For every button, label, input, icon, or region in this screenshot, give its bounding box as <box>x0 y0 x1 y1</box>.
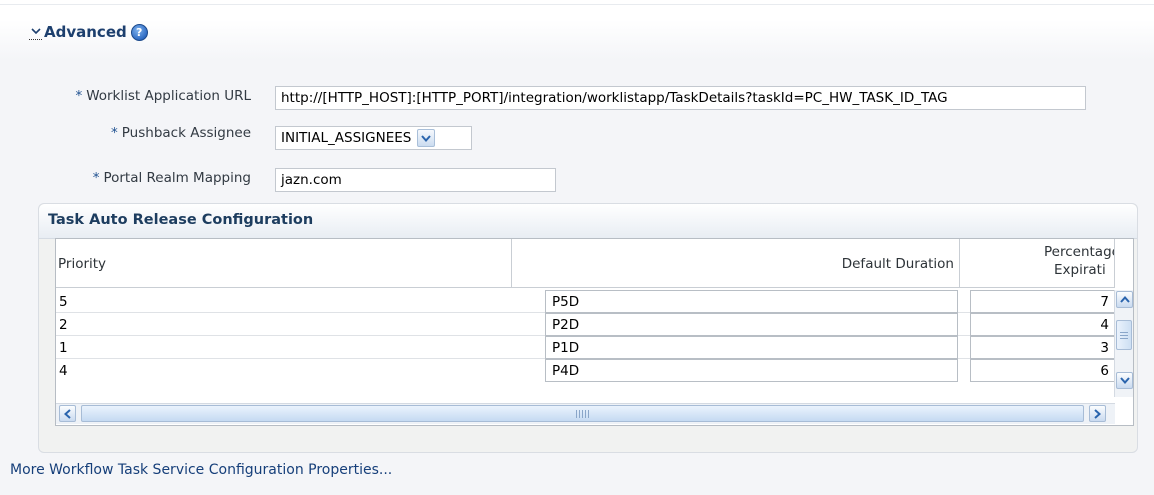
vertical-scrollbar[interactable] <box>1114 290 1133 397</box>
table-row[interactable]: 2 P2D 4 <box>56 313 1116 336</box>
percentage-input[interactable]: 3 <box>970 336 1115 359</box>
duration-input[interactable]: P2D <box>545 313 958 336</box>
pushback-assignee-select[interactable]: INITIAL_ASSIGNEES <box>275 126 472 150</box>
column-header-percentage-line1: Percentage <box>1044 244 1115 260</box>
worklist-url-label-text: Worklist Application URL <box>86 88 251 104</box>
table-row[interactable]: 5 P5D 7 <box>56 290 1116 313</box>
column-header-percentage-line2: Expirati <box>1054 262 1106 278</box>
auto-release-table: Priority Default Duration Percentage Exp… <box>55 238 1134 426</box>
scroll-down-icon[interactable] <box>1116 372 1133 389</box>
column-header-priority-label: Priority <box>58 256 107 272</box>
priority-cell: 2 <box>59 317 68 333</box>
duration-input[interactable]: P4D <box>545 359 958 382</box>
horizontal-scroll-thumb[interactable] <box>81 405 1084 422</box>
column-header-duration-label: Default Duration <box>841 256 954 272</box>
horizontal-scrollbar[interactable] <box>56 403 1115 424</box>
table-row[interactable]: 4 P4D 6 <box>56 359 1116 403</box>
portal-realm-field[interactable]: jazn.com <box>275 168 556 192</box>
required-marker: * <box>75 88 83 104</box>
grip-icon <box>1120 334 1128 336</box>
scroll-left-icon[interactable] <box>59 405 76 422</box>
scroll-up-icon[interactable] <box>1116 291 1133 308</box>
portal-realm-label-text: Portal Realm Mapping <box>103 170 251 186</box>
worklist-url-field[interactable]: http://[HTTP_HOST]:[HTTP_PORT]/integrati… <box>275 86 1086 110</box>
pushback-assignee-label-text: Pushback Assignee <box>121 125 251 141</box>
duration-input[interactable]: P1D <box>545 336 958 359</box>
worklist-url-label: * Worklist Application URL <box>75 88 251 104</box>
portal-realm-label: * Portal Realm Mapping <box>93 170 251 186</box>
required-marker: * <box>92 170 100 186</box>
column-header-percentage[interactable]: Percentage Expirati <box>960 239 1115 288</box>
advanced-section-header: Advanced ? <box>29 22 148 42</box>
scroll-right-icon[interactable] <box>1089 405 1106 422</box>
required-marker: * <box>111 125 118 141</box>
grip-icon <box>582 409 583 418</box>
table-row[interactable]: 1 P1D 3 <box>56 336 1116 359</box>
priority-cell: 1 <box>59 340 68 356</box>
more-properties-link[interactable]: More Workflow Task Service Configuration… <box>10 462 392 478</box>
pushback-assignee-value: INITIAL_ASSIGNEES <box>281 130 412 146</box>
percentage-input[interactable]: 4 <box>970 313 1115 336</box>
priority-cell: 5 <box>59 294 68 310</box>
auto-release-panel-header: Task Auto Release Configuration <box>39 204 1137 239</box>
pushback-assignee-label: * Pushback Assignee <box>111 125 251 141</box>
priority-cell: 4 <box>59 363 68 379</box>
vertical-scroll-thumb[interactable] <box>1116 320 1132 350</box>
duration-input[interactable]: P5D <box>545 290 958 313</box>
collapse-toggle-icon[interactable] <box>29 25 42 40</box>
advanced-section-title[interactable]: Advanced <box>44 23 127 41</box>
column-header-priority[interactable]: Priority <box>56 239 512 288</box>
top-divider <box>0 4 1154 5</box>
percentage-input[interactable]: 6 <box>970 359 1115 382</box>
auto-release-panel-title: Task Auto Release Configuration <box>48 212 314 228</box>
column-header-duration[interactable]: Default Duration <box>512 239 960 288</box>
percentage-input[interactable]: 7 <box>970 290 1115 313</box>
help-icon[interactable]: ? <box>130 23 148 41</box>
chevron-down-icon[interactable] <box>417 129 436 147</box>
